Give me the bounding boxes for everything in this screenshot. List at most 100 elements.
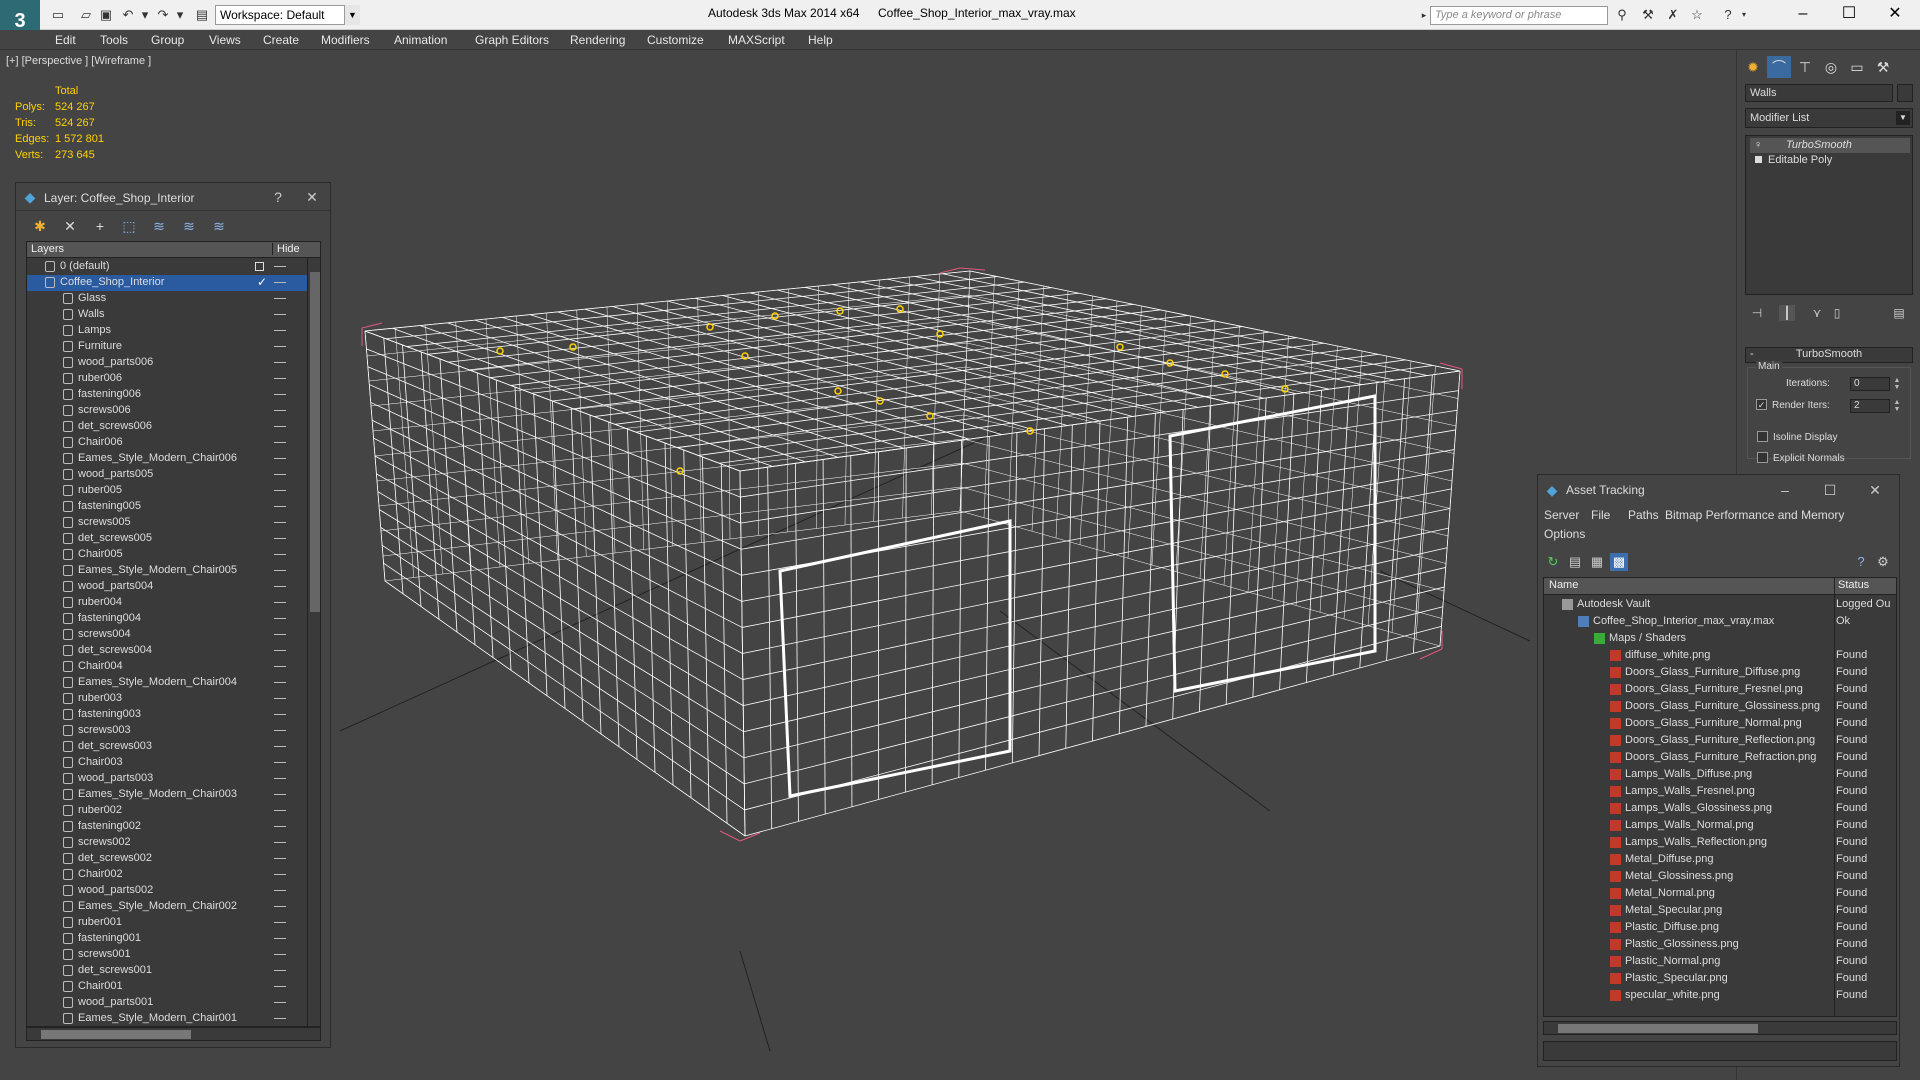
thumbnail-view-icon[interactable]: ▦ [1588, 553, 1606, 571]
utilities-tab-icon[interactable]: ⚒ [1871, 56, 1895, 78]
layer-row[interactable]: det_screws005 [27, 531, 307, 547]
hide-toggle[interactable] [274, 746, 286, 747]
close-button[interactable]: ✕ [1866, 481, 1884, 499]
menu-views[interactable]: Views [209, 33, 241, 47]
hide-toggle[interactable] [274, 330, 286, 331]
expand-icon[interactable] [1755, 156, 1762, 163]
layer-row[interactable]: wood_parts006 [27, 355, 307, 371]
menu-animation[interactable]: Animation [394, 33, 447, 47]
asset-row[interactable]: Doors_Glass_Furniture_Refraction.png Foun… [1544, 749, 1896, 766]
hide-toggle[interactable] [274, 266, 286, 267]
hide-toggle[interactable] [274, 874, 286, 875]
hide-toggle[interactable] [274, 538, 286, 539]
layer-row[interactable]: Eames_Style_Modern_Chair005 [27, 563, 307, 579]
asset-row[interactable]: Doors_Glass_Furniture_Reflection.png Foun… [1544, 732, 1896, 749]
object-color-swatch[interactable] [1897, 84, 1913, 102]
layer-row[interactable]: Glass [27, 291, 307, 307]
asset-row[interactable]: Maps / Shaders [1544, 630, 1896, 647]
hide-toggle[interactable] [274, 378, 286, 379]
menu-bitmap-performance[interactable]: Bitmap Performance and Memory [1665, 508, 1844, 522]
maximize-button[interactable]: ☐ [1826, 0, 1872, 30]
render-iters-checkbox[interactable]: ✓ [1756, 399, 1767, 410]
asset-row[interactable]: Lamps_Walls_Fresnel.png Found [1544, 783, 1896, 800]
layer-row[interactable]: ruber002 [27, 803, 307, 819]
open-file-icon[interactable]: ▱ [78, 7, 94, 23]
layer-row[interactable]: fastening005 [27, 499, 307, 515]
spinner-arrows-icon[interactable]: ▲ ▼ [1892, 399, 1902, 413]
layer-row[interactable]: screws001 [27, 947, 307, 963]
explicit-normals-checkbox[interactable] [1757, 452, 1768, 463]
layer-row[interactable]: wood_parts004 [27, 579, 307, 595]
asset-row[interactable]: Plastic_Normal.png Found [1544, 953, 1896, 970]
help-icon[interactable]: ? [1720, 7, 1736, 23]
hide-toggle[interactable] [274, 698, 286, 699]
layer-panel-header[interactable]: ◆ Layer: Coffee_Shop_Interior ? ✕ [16, 183, 330, 211]
hide-toggle[interactable] [274, 282, 286, 283]
close-icon[interactable]: ✕ [304, 189, 320, 205]
hide-toggle[interactable] [274, 810, 286, 811]
menu-rendering[interactable]: Rendering [570, 33, 625, 47]
layer-row[interactable]: Furniture [27, 339, 307, 355]
scroll-thumb[interactable] [310, 272, 320, 612]
current-layer-icon[interactable] [255, 262, 264, 271]
asset-row[interactable]: Autodesk Vault Logged Ou [1544, 596, 1896, 613]
col-hide[interactable]: Hide [272, 243, 300, 255]
layer-row[interactable]: fastening006 [27, 387, 307, 403]
layer-row[interactable]: Lamps [27, 323, 307, 339]
minimize-button[interactable]: – [1776, 481, 1794, 499]
hide-all-layers-icon[interactable]: ≋ [180, 217, 198, 235]
lightbulb-icon[interactable]: ♀ [1754, 139, 1762, 151]
highlight-layer-icon[interactable]: ≋ [150, 217, 168, 235]
hide-toggle[interactable] [274, 762, 286, 763]
undo-dropdown-icon[interactable]: ▾ [137, 7, 153, 23]
hide-toggle[interactable] [274, 570, 286, 571]
hide-toggle[interactable] [274, 314, 286, 315]
layer-row[interactable]: screws002 [27, 835, 307, 851]
create-layer-icon[interactable]: ✱ [31, 217, 49, 235]
asset-row[interactable]: Lamps_Walls_Reflection.png Found [1544, 834, 1896, 851]
layer-row[interactable]: wood_parts001 [27, 995, 307, 1011]
hide-toggle[interactable] [274, 442, 286, 443]
hide-toggle[interactable] [274, 906, 286, 907]
hide-toggle[interactable] [274, 714, 286, 715]
chevron-down-icon[interactable]: ▼ [344, 5, 360, 25]
layer-row[interactable]: Eames_Style_Modern_Chair003 [27, 787, 307, 803]
hide-toggle[interactable] [274, 826, 286, 827]
hide-toggle[interactable] [274, 634, 286, 635]
hide-toggle[interactable] [274, 490, 286, 491]
layer-row[interactable]: ruber001 [27, 915, 307, 931]
asset-row[interactable]: Lamps_Walls_Normal.png Found [1544, 817, 1896, 834]
iterations-spinner[interactable]: 0 [1850, 377, 1890, 391]
layer-row[interactable]: fastening004 [27, 611, 307, 627]
layer-row[interactable]: wood_parts003 [27, 771, 307, 787]
help-dropdown-icon[interactable]: ▾ [1736, 7, 1752, 23]
layer-row[interactable]: screws005 [27, 515, 307, 531]
hide-toggle[interactable] [274, 794, 286, 795]
layer-row[interactable]: det_screws001 [27, 963, 307, 979]
hide-toggle[interactable] [274, 970, 286, 971]
hide-toggle[interactable] [274, 682, 286, 683]
layer-row[interactable]: ruber004 [27, 595, 307, 611]
asset-horizontal-scrollbar[interactable] [1543, 1021, 1897, 1035]
freeze-all-layers-icon[interactable]: ≋ [210, 217, 228, 235]
hide-toggle[interactable] [274, 586, 286, 587]
make-unique-icon[interactable]: ⋎ [1809, 305, 1825, 321]
workspace-dropdown[interactable]: Workspace: Default [215, 5, 360, 25]
menu-options[interactable]: Options [1544, 527, 1585, 541]
hide-toggle[interactable] [274, 730, 286, 731]
scroll-thumb[interactable] [1558, 1024, 1758, 1033]
help-icon[interactable]: ? [1852, 553, 1870, 571]
close-button[interactable]: ✕ [1872, 0, 1918, 30]
menu-file[interactable]: File [1591, 508, 1610, 522]
checkmark-icon[interactable]: ✓ [257, 275, 267, 289]
layer-row[interactable]: screws003 [27, 723, 307, 739]
binoculars-icon[interactable]: ⚲ [1614, 7, 1630, 23]
remove-modifier-icon[interactable]: ▯ [1829, 305, 1845, 321]
hide-toggle[interactable] [274, 618, 286, 619]
asset-row[interactable]: Metal_Glossiness.png Found [1544, 868, 1896, 885]
hide-toggle[interactable] [274, 394, 286, 395]
undo-icon[interactable]: ↶ [120, 7, 136, 23]
menu-modifiers[interactable]: Modifiers [321, 33, 370, 47]
hide-toggle[interactable] [274, 1002, 286, 1003]
asset-row[interactable]: Lamps_Walls_Glossiness.png Found [1544, 800, 1896, 817]
